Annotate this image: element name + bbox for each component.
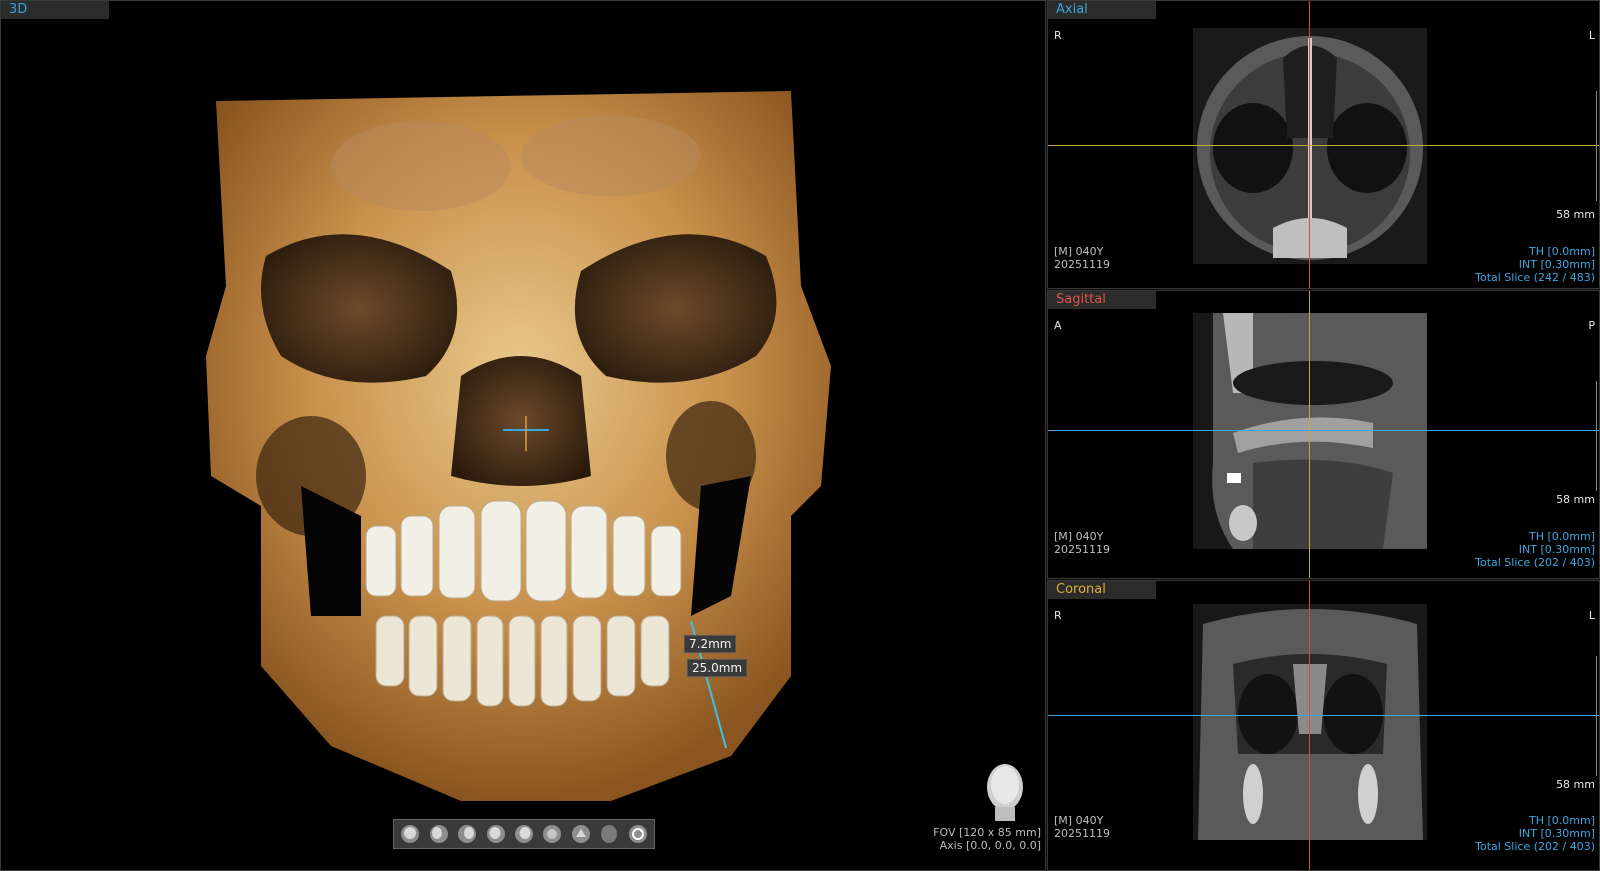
patient-date: 20251119: [1054, 827, 1110, 840]
skull-3d-render: [206, 91, 831, 801]
slice-int: INT [0.30mm]: [1518, 258, 1595, 271]
rotate-icon[interactable]: [625, 821, 651, 847]
patient-sex-age: [M] 040Y: [1054, 245, 1104, 258]
patient-date: 20251119: [1054, 258, 1110, 271]
coronal-scale-bar: [1592, 656, 1597, 776]
measurement-label-1[interactable]: 7.2mm: [684, 635, 737, 653]
sagittal-slice-info: TH [0.0mm] INT [0.30mm] Total Slice (202…: [1475, 530, 1595, 569]
axial-v-crosshair[interactable]: [1309, 1, 1310, 288]
patient-sex-age: [M] 040Y: [1054, 530, 1104, 543]
axial-scale-label: 58 mm: [1556, 208, 1595, 221]
axial-scale-bar: [1592, 91, 1597, 201]
sagittal-h-crosshair[interactable]: [1048, 430, 1599, 431]
axial-h-crosshair[interactable]: [1048, 145, 1599, 146]
orientation-head-icon[interactable]: [981, 761, 1029, 823]
orient-left-label: R: [1054, 609, 1062, 622]
patient-sex-age: [M] 040Y: [1054, 814, 1104, 827]
coronal-slice-info: TH [0.0mm] INT [0.30mm] Total Slice (202…: [1475, 814, 1595, 853]
axis-text: Axis [0.0, 0.0, 0.0]: [939, 839, 1041, 852]
viewport-axial[interactable]: Axial R L 58 mm [M] 040Y 20251119 TH [0.…: [1047, 0, 1600, 289]
orient-right-label: L: [1588, 29, 1595, 42]
viewport-sagittal[interactable]: Sagittal A P 58 mm [M] 040Y 20251119 TH …: [1047, 290, 1600, 579]
view-toolbar: [393, 819, 655, 849]
sagittal-ct-image: [1193, 313, 1427, 549]
head-back-icon[interactable]: [596, 821, 622, 847]
face-left-icon[interactable]: [425, 821, 451, 847]
sagittal-scale-label: 58 mm: [1556, 493, 1595, 506]
tab-axial[interactable]: Axial: [1048, 1, 1156, 19]
coronal-h-crosshair[interactable]: [1048, 715, 1599, 716]
slice-total: Total Slice (242 / 483): [1475, 271, 1595, 284]
slice-total: Total Slice (202 / 403): [1475, 840, 1595, 853]
sagittal-v-crosshair[interactable]: [1309, 291, 1310, 578]
slice-th: TH [0.0mm]: [1529, 245, 1595, 258]
orient-right-label: P: [1588, 319, 1595, 332]
face-right45-icon[interactable]: [511, 821, 537, 847]
tab-3d[interactable]: 3D: [1, 1, 109, 19]
axial-slice-info: TH [0.0mm] INT [0.30mm] Total Slice (242…: [1475, 245, 1595, 284]
fov-text: FOV [120 x 85 mm]: [933, 826, 1041, 839]
viewport-coronal[interactable]: Coronal R L 58 mm [M] 040Y 20251119 TH […: [1047, 580, 1600, 871]
orient-left-label: A: [1054, 319, 1062, 332]
coronal-ct-image: [1193, 604, 1427, 840]
coronal-v-crosshair[interactable]: [1309, 581, 1310, 870]
orient-left-label: R: [1054, 29, 1062, 42]
face-left45-icon[interactable]: [482, 821, 508, 847]
slice-total: Total Slice (202 / 403): [1475, 556, 1595, 569]
coronal-scale-label: 58 mm: [1556, 778, 1595, 791]
viewport-3d[interactable]: 3D 7.2mm 25.0mm FOV [120 x 85 mm] Axis […: [0, 0, 1046, 871]
coronal-patient-info: [M] 040Y 20251119: [1054, 814, 1110, 840]
slice-th: TH [0.0mm]: [1529, 530, 1595, 543]
axial-ct-image: [1193, 28, 1427, 264]
axial-patient-info: [M] 040Y 20251119: [1054, 245, 1110, 271]
info-3d: FOV [120 x 85 mm] Axis [0.0, 0.0, 0.0]: [933, 826, 1041, 852]
measurement-label-2[interactable]: 25.0mm: [687, 659, 748, 677]
sagittal-scale-bar: [1592, 381, 1597, 491]
sagittal-patient-info: [M] 040Y 20251119: [1054, 530, 1110, 556]
tab-sagittal[interactable]: Sagittal: [1048, 291, 1156, 309]
patient-date: 20251119: [1054, 543, 1110, 556]
slice-int: INT [0.30mm]: [1518, 543, 1595, 556]
head-bottom-icon[interactable]: [568, 821, 594, 847]
tab-coronal[interactable]: Coronal: [1048, 581, 1156, 599]
orient-right-label: L: [1588, 609, 1595, 622]
face-right-icon[interactable]: [454, 821, 480, 847]
slice-th: TH [0.0mm]: [1529, 814, 1595, 827]
face-front-icon[interactable]: [397, 821, 423, 847]
slice-int: INT [0.30mm]: [1518, 827, 1595, 840]
head-top-icon[interactable]: [539, 821, 565, 847]
